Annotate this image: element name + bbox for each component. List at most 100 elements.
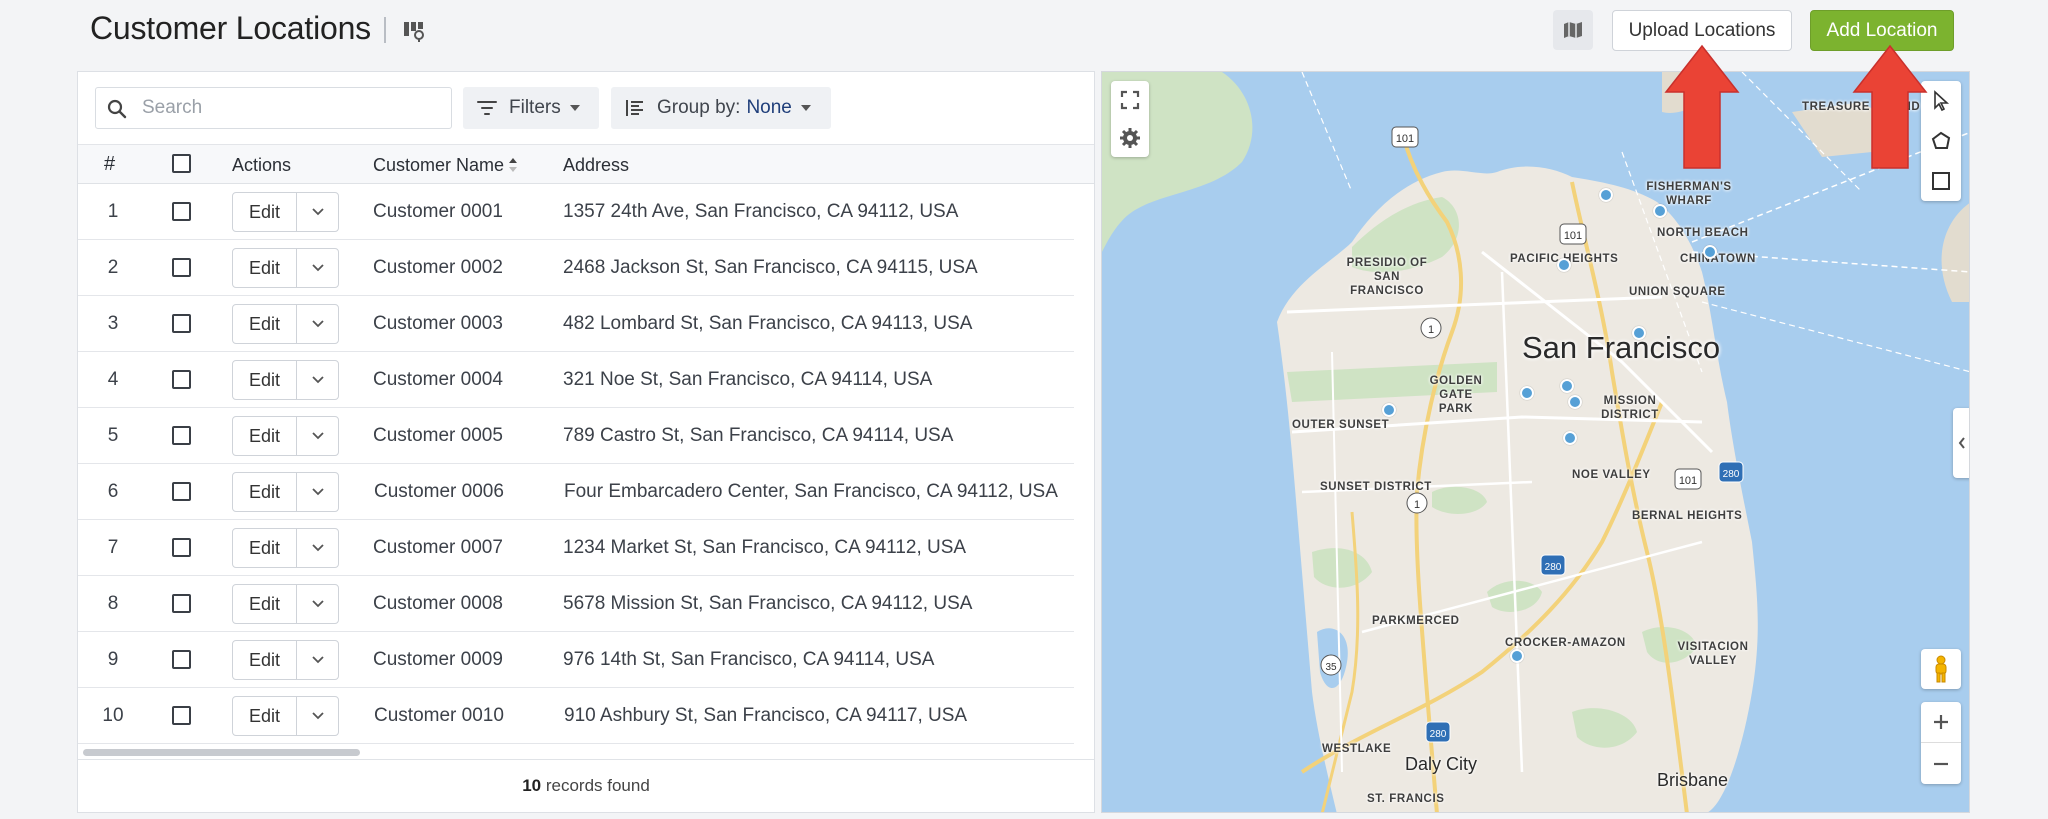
row-actions-dropdown[interactable]	[297, 249, 339, 287]
svg-text:280: 280	[1545, 562, 1562, 573]
map-label-daly-city: Daly City	[1405, 754, 1478, 774]
customer-name-cell: Customer 0005	[373, 425, 503, 446]
table-row[interactable]: 5 Edit Customer 0005 789 Castro St, San Fra…	[78, 408, 1074, 464]
chevron-down-icon	[312, 432, 324, 440]
row-checkbox[interactable]	[172, 314, 191, 333]
table-header: # Actions Customer Name Address	[78, 144, 1094, 184]
table-row[interactable]: 8 Edit Customer 0008 5678 Mission St, San F…	[78, 576, 1074, 632]
customer-marker[interactable]	[1703, 245, 1717, 259]
edit-button[interactable]: Edit	[233, 361, 297, 399]
edit-button[interactable]: Edit	[233, 249, 297, 287]
highway-shield: 280	[1425, 721, 1451, 743]
table-footer: 10 records found	[78, 759, 1094, 812]
column-header-customer-name[interactable]: Customer Name	[373, 155, 518, 176]
collapse-map-button[interactable]	[1953, 408, 1969, 478]
row-checkbox[interactable]	[172, 202, 191, 221]
svg-text:35: 35	[1325, 662, 1337, 673]
customer-marker[interactable]	[1599, 188, 1613, 202]
select-tool-button[interactable]	[1931, 81, 1951, 121]
row-checkbox[interactable]	[172, 258, 191, 277]
page-title: Customer Locations	[90, 10, 371, 46]
edit-button-group: Edit	[232, 304, 339, 344]
customer-marker[interactable]	[1382, 403, 1396, 417]
table-row[interactable]: 6 Edit Customer 0006 Four Embarcadero Cente…	[78, 464, 1074, 520]
row-checkbox[interactable]	[172, 426, 191, 445]
customer-marker[interactable]	[1520, 386, 1534, 400]
fullscreen-button[interactable]	[1120, 81, 1140, 119]
row-number: 7	[107, 537, 119, 558]
group-by-button[interactable]: Group by: None	[611, 87, 831, 129]
row-actions-dropdown[interactable]	[297, 697, 339, 735]
table-row[interactable]: 3 Edit Customer 0003 482 Lombard St, San Fr…	[78, 296, 1074, 352]
select-all-checkbox[interactable]	[172, 154, 191, 173]
customer-marker[interactable]	[1568, 395, 1582, 409]
row-number: 3	[107, 313, 119, 334]
search-input[interactable]	[142, 93, 442, 123]
table-row[interactable]: 2 Edit Customer 0002 2468 Jackson St, San F…	[78, 240, 1074, 296]
customer-marker[interactable]	[1560, 379, 1574, 393]
map-settings-button[interactable]	[1119, 119, 1141, 157]
table-row[interactable]: 10 Edit Customer 0010 910 Ashbury St, San F…	[78, 688, 1074, 744]
row-actions-dropdown[interactable]	[297, 641, 339, 679]
map-toggle-button[interactable]	[1553, 10, 1593, 50]
svg-text:101: 101	[1679, 475, 1697, 487]
rectangle-tool-button[interactable]	[1931, 161, 1951, 201]
row-checkbox[interactable]	[172, 482, 191, 501]
edit-button[interactable]: Edit	[233, 697, 297, 735]
map-label-golden-gate-park: GOLDEN GATE PARK	[1429, 375, 1483, 415]
row-actions-dropdown[interactable]	[297, 529, 339, 567]
street-view-button[interactable]	[1921, 649, 1961, 689]
sort-icon	[509, 158, 518, 172]
customer-name-cell: Customer 0006	[374, 481, 504, 502]
map-panel[interactable]: 101 101 101 1 1 280 280 280 35 TREASURE …	[1101, 71, 1970, 813]
customer-marker[interactable]	[1632, 326, 1646, 340]
row-actions-dropdown[interactable]	[297, 417, 339, 455]
row-checkbox[interactable]	[172, 650, 191, 669]
polygon-tool-button[interactable]	[1930, 121, 1952, 161]
row-checkbox[interactable]	[172, 594, 191, 613]
table-row[interactable]: 9 Edit Customer 0009 976 14th St, San Franc…	[78, 632, 1074, 688]
map-canvas[interactable]: 101 101 101 1 1 280 280 280 35	[1102, 72, 1970, 813]
map-label-sunset-district: SUNSET DISTRICT	[1320, 481, 1432, 493]
row-actions-dropdown[interactable]	[297, 585, 339, 623]
row-actions-dropdown[interactable]	[297, 361, 339, 399]
customer-marker[interactable]	[1510, 649, 1524, 663]
customer-marker[interactable]	[1653, 204, 1667, 218]
row-actions-dropdown[interactable]	[297, 305, 339, 343]
map-label-parkmerced: PARKMERCED	[1372, 615, 1460, 627]
edit-button[interactable]: Edit	[233, 417, 297, 455]
edit-button[interactable]: Edit	[233, 529, 297, 567]
customer-marker[interactable]	[1557, 258, 1571, 272]
chevron-down-icon	[312, 600, 324, 608]
row-actions-dropdown[interactable]	[297, 193, 339, 231]
table-row[interactable]: 1 Edit Customer 0001 1357 24th Ave, San Fra…	[78, 184, 1074, 240]
map-view-icon[interactable]	[402, 19, 426, 43]
customer-marker[interactable]	[1563, 431, 1577, 445]
row-checkbox[interactable]	[172, 370, 191, 389]
edit-button[interactable]: Edit	[233, 305, 297, 343]
fullscreen-icon	[1120, 90, 1140, 110]
edit-button[interactable]: Edit	[233, 473, 297, 511]
horizontal-scrollbar[interactable]	[83, 749, 360, 756]
table-row[interactable]: 4 Edit Customer 0004 321 Noe St, San Franci…	[78, 352, 1074, 408]
search-box[interactable]	[95, 87, 452, 129]
row-checkbox[interactable]	[172, 706, 191, 725]
table-row[interactable]: 7 Edit Customer 0007 1234 Market St, San Fr…	[78, 520, 1074, 576]
edit-button[interactable]: Edit	[233, 193, 297, 231]
map-label-westlake: WESTLAKE	[1322, 743, 1392, 755]
polygon-icon	[1931, 131, 1951, 149]
edit-button-group: Edit	[232, 696, 339, 736]
column-header-address: Address	[563, 155, 630, 175]
zoom-in-button[interactable]	[1921, 702, 1961, 743]
svg-text:101: 101	[1564, 230, 1582, 242]
address-cell: 321 Noe St, San Francisco, CA 94114, USA	[563, 369, 933, 390]
edit-button[interactable]: Edit	[233, 585, 297, 623]
filters-label: Filters	[509, 97, 561, 118]
row-actions-dropdown[interactable]	[297, 473, 339, 511]
map-label-visitacion-valley: VISITACION VALLEY	[1677, 641, 1749, 667]
edit-button-group: Edit	[232, 360, 339, 400]
edit-button[interactable]: Edit	[233, 641, 297, 679]
filters-button[interactable]: Filters	[463, 87, 599, 129]
zoom-out-button[interactable]	[1921, 743, 1961, 784]
row-checkbox[interactable]	[172, 538, 191, 557]
